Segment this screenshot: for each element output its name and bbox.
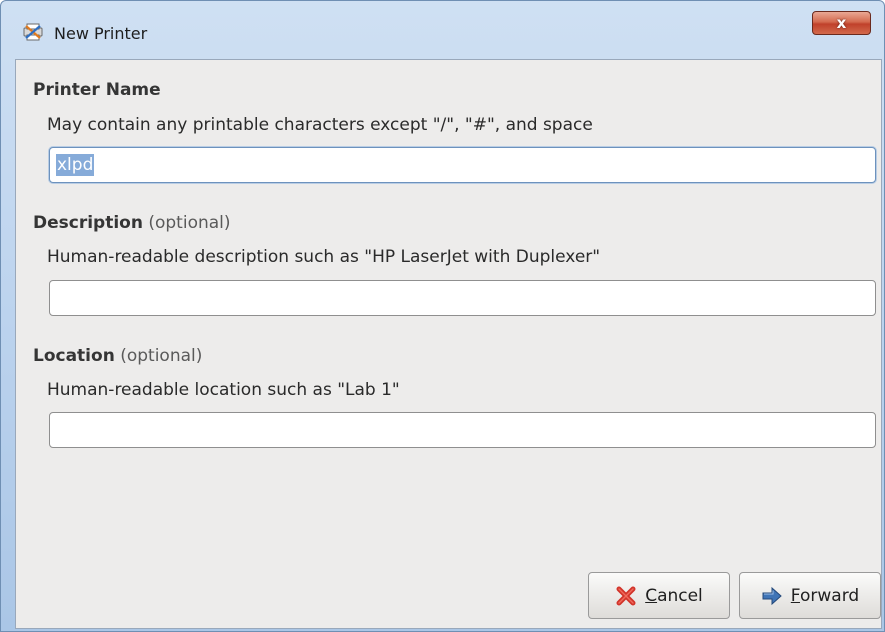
- printer-name-hint: May contain any printable characters exc…: [47, 115, 593, 135]
- location-hint: Human-readable location such as "Lab 1": [47, 380, 400, 400]
- cancel-label-rest: ancel: [657, 585, 703, 606]
- printer-name-input[interactable]: xlpd: [49, 147, 876, 183]
- right-arrow-icon: [762, 586, 782, 605]
- title-bar[interactable]: New Printer x: [1, 1, 884, 53]
- close-icon: x: [836, 14, 847, 32]
- forward-label-rest: orward: [799, 585, 860, 606]
- location-heading: Location (optional): [33, 345, 202, 367]
- forward-mnemonic: F: [790, 585, 800, 606]
- description-hint: Human-readable description such as "HP L…: [47, 247, 601, 267]
- printer-name-title: Printer Name: [33, 80, 161, 100]
- printer-app-icon: [23, 23, 43, 41]
- location-title: Location: [33, 346, 115, 366]
- description-title: Description: [33, 213, 143, 233]
- new-printer-window: New Printer x Printer Name May contain a…: [0, 0, 885, 632]
- cancel-mnemonic: C: [645, 585, 658, 606]
- window-title: New Printer: [54, 24, 148, 43]
- printer-name-heading: Printer Name: [33, 79, 161, 101]
- description-optional-label: (optional): [148, 213, 231, 233]
- cancel-button[interactable]: Cancel: [588, 572, 730, 619]
- dialog-content: Printer Name May contain any printable c…: [15, 59, 882, 629]
- cancel-label: Cancel: [645, 586, 703, 606]
- description-input[interactable]: [49, 280, 876, 316]
- red-x-icon: [616, 586, 636, 605]
- forward-label: Forward: [791, 586, 859, 606]
- location-optional-label: (optional): [120, 346, 203, 366]
- close-button[interactable]: x: [812, 11, 871, 35]
- forward-button[interactable]: Forward: [739, 572, 881, 619]
- location-input[interactable]: [49, 412, 876, 448]
- description-heading: Description (optional): [33, 212, 231, 234]
- printer-name-value: xlpd: [56, 154, 95, 176]
